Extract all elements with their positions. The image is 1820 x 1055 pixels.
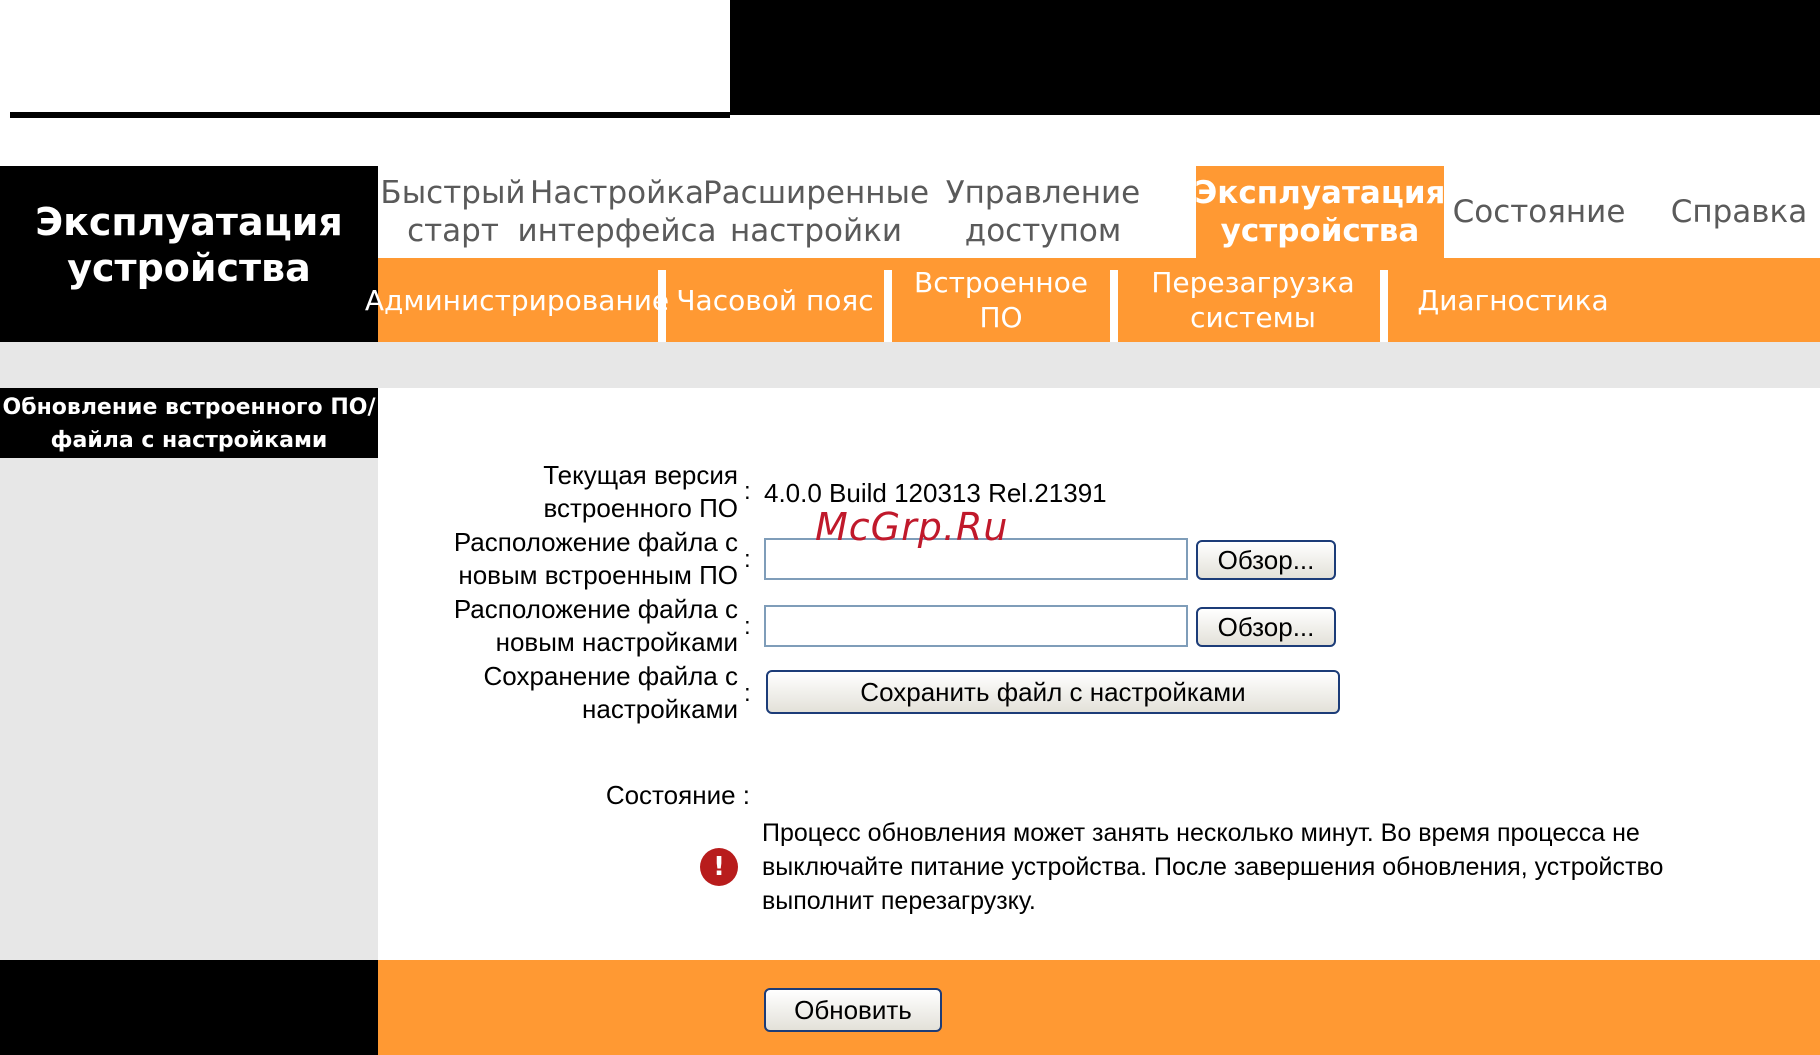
nav-gray-strip: [0, 342, 1820, 388]
sub-nav: Администрирование Часовой пояс Встроенно…: [365, 258, 1820, 342]
current-version-label: Текущая версия встроенного ПО: [543, 460, 738, 523]
tab-access-management[interactable]: Управление доступом: [926, 166, 1160, 258]
subtab-system-restart[interactable]: Перезагрузка системы: [1118, 258, 1388, 342]
tab-quick-start[interactable]: Быстрый старт: [378, 166, 528, 258]
status-label: Состояние :: [605, 780, 750, 810]
firmware-file-label: Расположение файла с новым встроенным ПО: [453, 527, 738, 590]
save-config-label: Сохранение файла с настройками: [483, 661, 738, 724]
subnav-separator: [884, 270, 892, 342]
tab-help[interactable]: Справка: [1658, 166, 1820, 258]
config-file-label: Расположение файла с новым настройками: [453, 594, 738, 657]
watermark-text: McGrp.Ru: [815, 505, 1009, 549]
main-nav: Быстрый старт Настройка интерфейса Расши…: [378, 166, 1820, 258]
subtab-diagnostics[interactable]: Диагностика: [1388, 258, 1638, 342]
router-admin-page: Эксплуатация устройства Быстрый старт На…: [0, 0, 1820, 1055]
brand-title: Эксплуатация устройства: [35, 200, 343, 290]
top-banner: [730, 0, 1820, 115]
subtab-administration[interactable]: Администрирование: [365, 258, 669, 342]
subtab-time-zone[interactable]: Часовой пояс: [666, 258, 884, 342]
footer-left: [0, 960, 378, 1055]
update-button[interactable]: Обновить: [764, 988, 942, 1032]
colon: :: [744, 478, 751, 505]
section-title: Обновление встроенного ПО/файла с настро…: [0, 388, 378, 458]
firmware-browse-button[interactable]: Обзор...: [1196, 540, 1336, 580]
save-config-button[interactable]: Сохранить файл с настройками: [766, 670, 1340, 714]
tab-status[interactable]: Состояние: [1444, 166, 1634, 258]
subtab-firmware[interactable]: Встроенное ПО: [892, 258, 1110, 342]
subnav-separator: [1380, 270, 1388, 342]
tab-advanced-setup[interactable]: Расширенные настройки: [703, 166, 929, 258]
tab-maintenance[interactable]: Эксплуатация устройства: [1195, 166, 1445, 258]
colon: :: [744, 613, 751, 640]
config-file-input[interactable]: [764, 605, 1188, 647]
subnav-separator: [658, 270, 666, 342]
left-column: [0, 388, 378, 960]
colon: :: [744, 680, 751, 707]
top-rule: [10, 112, 730, 118]
colon: :: [744, 546, 751, 573]
tab-interface-setup[interactable]: Настройка интерфейса: [518, 166, 717, 258]
status-message: Процесс обновления может занять нескольк…: [762, 819, 1664, 915]
warning-icon: !: [700, 848, 738, 886]
footer-bar: [378, 960, 1820, 1055]
subnav-separator: [1110, 270, 1118, 342]
config-browse-button[interactable]: Обзор...: [1196, 607, 1336, 647]
brand-block: Эксплуатация устройства: [0, 166, 378, 342]
